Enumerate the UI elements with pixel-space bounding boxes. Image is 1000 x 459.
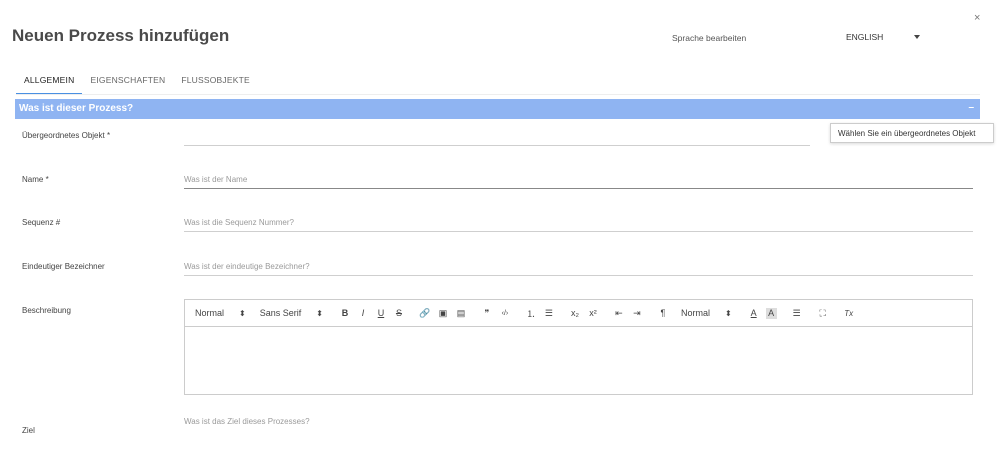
- parent-object-tooltip: Wählen Sie ein übergeordnetes Objekt: [830, 123, 994, 143]
- clear-format-icon[interactable]: Tx: [841, 305, 857, 321]
- name-label: Name *: [22, 175, 49, 184]
- select-arrows-icon: ⬍: [724, 308, 732, 318]
- goal-field[interactable]: [184, 412, 973, 430]
- select-arrows-icon: ⬍: [316, 308, 323, 318]
- heading-select[interactable]: Normal ⬍: [195, 308, 246, 318]
- fullscreen-icon[interactable]: ⛶: [815, 305, 831, 321]
- page-title: Neuen Prozess hinzufügen: [12, 26, 230, 45]
- code-icon[interactable]: ‹/›: [497, 305, 513, 321]
- font-select-value: Sans Serif: [259, 308, 302, 318]
- image-icon[interactable]: ▣: [435, 305, 451, 321]
- identifier-field[interactable]: [184, 258, 973, 276]
- ordered-list-icon[interactable]: ⒈: [523, 305, 539, 321]
- tab-bar: ALLGEMEIN EIGENSCHAFTEN FLUSSOBJEKTE: [16, 69, 258, 95]
- text-color-icon[interactable]: A: [746, 305, 762, 321]
- section-header[interactable]: Was ist dieser Prozess? –: [15, 99, 980, 119]
- close-icon[interactable]: ×: [974, 13, 980, 24]
- link-icon[interactable]: 🔗: [417, 305, 433, 321]
- tab-divider: [16, 94, 980, 95]
- description-editor: Normal ⬍ Sans Serif ⬍ B I U S 🔗 ▣ ▤ ❞ ‹/…: [184, 299, 973, 395]
- section-title: Was ist dieser Prozess?: [19, 103, 134, 114]
- caret-down-icon: [914, 35, 920, 39]
- background-color-icon[interactable]: A: [765, 307, 777, 319]
- blockquote-icon[interactable]: ❞: [479, 305, 495, 321]
- font-select[interactable]: Sans Serif ⬍: [260, 308, 323, 318]
- size-select-value: Normal: [680, 308, 710, 318]
- bullet-list-icon[interactable]: ☰: [541, 305, 557, 321]
- goal-label: Ziel: [22, 426, 35, 435]
- strikethrough-icon[interactable]: S: [391, 305, 407, 321]
- editor-toolbar: Normal ⬍ Sans Serif ⬍ B I U S 🔗 ▣ ▤ ❞ ‹/…: [185, 300, 972, 327]
- description-editor-body[interactable]: [185, 327, 972, 394]
- text-direction-icon[interactable]: ¶: [655, 305, 671, 321]
- video-icon[interactable]: ▤: [453, 305, 469, 321]
- language-select[interactable]: ENGLISH: [846, 30, 922, 44]
- tab-eigenschaften[interactable]: EIGENSCHAFTEN: [82, 69, 173, 95]
- parent-object-label: Übergeordnetes Objekt *: [22, 131, 111, 140]
- language-label: Sprache bearbeiten: [672, 33, 747, 43]
- bold-icon[interactable]: B: [337, 305, 353, 321]
- description-label: Beschreibung: [22, 306, 71, 315]
- underline-icon[interactable]: U: [373, 305, 389, 321]
- superscript-icon[interactable]: x²: [585, 305, 601, 321]
- collapse-icon[interactable]: –: [968, 102, 974, 113]
- parent-object-field[interactable]: [184, 128, 810, 146]
- sequence-label: Sequenz #: [22, 218, 61, 227]
- subscript-icon[interactable]: x₂: [567, 305, 583, 321]
- name-field[interactable]: [184, 171, 973, 189]
- italic-icon[interactable]: I: [355, 305, 371, 321]
- tab-allgemein[interactable]: ALLGEMEIN: [16, 69, 83, 95]
- sequence-field[interactable]: [184, 214, 973, 232]
- align-icon[interactable]: ☰: [789, 305, 805, 321]
- heading-select-value: Normal: [195, 308, 225, 318]
- outdent-icon[interactable]: ⇤: [611, 305, 627, 321]
- indent-icon[interactable]: ⇥: [629, 305, 645, 321]
- select-arrows-icon: ⬍: [239, 308, 246, 318]
- tab-flussobjekte[interactable]: FLUSSOBJEKTE: [173, 69, 258, 95]
- size-select[interactable]: Normal ⬍: [681, 308, 732, 318]
- identifier-label: Eindeutiger Bezeichner: [22, 262, 105, 271]
- language-select-value: ENGLISH: [846, 32, 884, 42]
